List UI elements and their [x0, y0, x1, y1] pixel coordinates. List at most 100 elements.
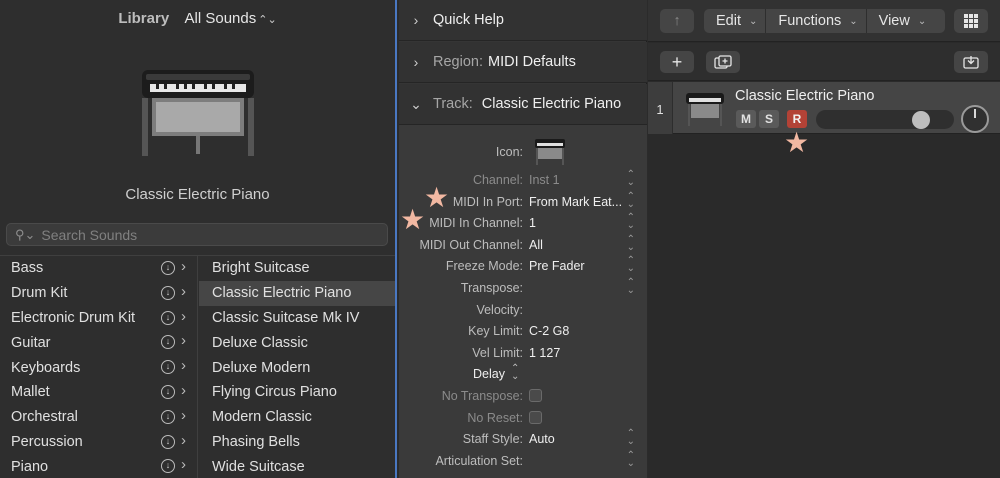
edit-menu[interactable]: Edit ⌄ — [704, 9, 767, 33]
download-icon[interactable]: ↓ — [161, 409, 175, 424]
param-label: Articulation Set: — [435, 453, 523, 468]
plus-icon: + — [671, 51, 683, 72]
mute-button[interactable]: M — [736, 110, 756, 128]
track-name: Classic Electric Piano — [735, 88, 875, 104]
category-item[interactable]: Guitar ↓ › — [0, 330, 197, 355]
download-icon[interactable]: ↓ — [161, 261, 175, 275]
preset-item[interactable]: Deluxe Modern — [199, 355, 395, 380]
tracks-area: ↑ Edit ⌄ Functions ⌄ View ⌄ + 1 Classic Ele… — [648, 0, 1000, 478]
download-icon[interactable]: ↓ — [161, 285, 175, 300]
param-label: Delay — [473, 367, 505, 382]
preset-item[interactable]: Flying Circus Piano — [199, 380, 395, 405]
icon-row: Icon: — [399, 133, 647, 169]
library-filter-popup[interactable]: All Sounds ⌃⌄ — [185, 10, 277, 27]
param-vel-limit[interactable]: Vel Limit: 1 127 — [399, 342, 647, 364]
category-item[interactable]: Piano ↓ › — [0, 454, 197, 478]
pan-knob[interactable] — [961, 105, 989, 133]
param-label: Vel Limit: — [472, 345, 523, 360]
preset-item[interactable]: Classic Suitcase Mk IV — [199, 306, 395, 331]
solo-button[interactable]: S — [759, 110, 779, 128]
preset-item[interactable]: Bright Suitcase — [199, 256, 395, 281]
param-value: Inst 1 — [529, 173, 560, 187]
inspector-pane: › Quick Help › Region: MIDI Defaults ⌄ T… — [399, 0, 647, 478]
category-label: Piano — [11, 458, 49, 475]
annotation-star: ★ — [784, 127, 810, 158]
preset-item[interactable]: Modern Classic — [199, 405, 395, 430]
param-no-reset[interactable]: No Reset: — [399, 407, 647, 429]
track-header[interactable]: ⌄ Track: Classic Electric Piano — [399, 84, 647, 125]
quick-help-label: Quick Help — [433, 12, 504, 28]
param-label: Freeze Mode: — [445, 259, 523, 274]
chevron-right-icon: › — [181, 456, 186, 474]
chevron-right-icon: › — [181, 381, 186, 399]
param-freeze-mode[interactable]: Freeze Mode: Pre Fader ⌃ ⌄ — [399, 255, 647, 277]
download-icon[interactable]: ↓ — [161, 384, 175, 399]
duplicate-track-icon — [714, 55, 732, 69]
param-staff-style[interactable]: Staff Style: Auto ⌃ ⌄ — [399, 428, 647, 450]
selected-preset-name: Classic Electric Piano — [125, 186, 270, 203]
library-label: Library — [118, 10, 170, 27]
icon-label: Icon: — [495, 145, 523, 159]
param-label: Channel: — [472, 173, 523, 187]
download-icon[interactable]: ↓ — [161, 459, 175, 474]
chevron-right-icon: › — [181, 332, 186, 350]
region-value: MIDI Defaults — [487, 54, 576, 70]
track-parameters: Icon: Channel: Inst 1 ⌃ ⌄ MIDI In Port: F… — [399, 125, 647, 478]
functions-menu[interactable]: Functions ⌄ — [766, 9, 867, 33]
chevron-right-icon: › — [413, 12, 419, 28]
track-row[interactable]: 1 Classic Electric Piano M S R — [648, 82, 1000, 134]
updown-icon: ⌃⌄ — [626, 233, 635, 253]
no-transpose-checkbox[interactable] — [529, 389, 542, 402]
download-icon[interactable]: ↓ — [161, 360, 175, 375]
track-number: 1 — [648, 82, 673, 134]
category-item[interactable]: Bass ↓ › — [0, 256, 197, 281]
param-delay[interactable]: Delay ⌃ ⌄ — [399, 363, 647, 385]
preset-item[interactable]: Deluxe Classic — [199, 330, 395, 355]
category-item[interactable]: Drum Kit ↓ › — [0, 281, 197, 306]
param-transpose[interactable]: Transpose: ⌃ ⌄ — [399, 277, 647, 299]
param-key-limit[interactable]: Key Limit: C-2 G8 — [399, 320, 647, 342]
preset-item-selected[interactable]: Classic Electric Piano — [199, 280, 395, 306]
back-arrow-button[interactable]: ↑ — [660, 9, 694, 33]
quick-help-header[interactable]: › Quick Help — [399, 0, 647, 41]
category-item[interactable]: Electronic Drum Kit ↓ › — [0, 306, 197, 331]
grid-view-button[interactable] — [954, 9, 988, 33]
category-item[interactable]: Keyboards ↓ › — [0, 355, 197, 380]
download-icon[interactable]: ↓ — [161, 335, 175, 350]
category-label: Bass — [11, 260, 44, 277]
param-midi-out-channel[interactable]: MIDI Out Channel: All ⌃ ⌄ — [399, 234, 647, 256]
menu-button-group: Edit ⌄ Functions ⌄ View ⌄ — [704, 9, 945, 33]
category-item[interactable]: Mallet ↓ › — [0, 380, 197, 405]
param-label: MIDI Out Channel: — [419, 237, 523, 252]
param-articulation-set[interactable]: Articulation Set: ⌃ ⌄ — [399, 450, 647, 472]
category-label: Keyboards — [11, 359, 81, 376]
param-no-transpose[interactable]: No Transpose: — [399, 385, 647, 407]
category-item[interactable]: Orchestral ↓ › — [0, 405, 197, 430]
param-value: Auto — [529, 432, 555, 447]
download-icon[interactable]: ↓ — [161, 310, 175, 325]
record-enable-button[interactable]: R — [787, 110, 807, 128]
download-icon[interactable]: ↓ — [161, 434, 175, 449]
chevron-down-icon: ⌄ — [917, 15, 927, 27]
preset-item[interactable]: Phasing Bells — [199, 430, 395, 455]
catch-button[interactable] — [954, 51, 988, 73]
chevron-down-icon: ⌄ — [849, 15, 858, 27]
add-track-button[interactable]: + — [660, 51, 694, 73]
region-header[interactable]: › Region: MIDI Defaults — [399, 42, 647, 83]
no-reset-checkbox[interactable] — [529, 410, 542, 424]
updown-icon: ⌃⌄ — [626, 212, 635, 232]
track-icon-piano[interactable] — [533, 137, 567, 167]
track-value: Classic Electric Piano — [481, 96, 622, 112]
category-label: Guitar — [11, 334, 51, 351]
preset-item[interactable]: Wide Suitcase — [199, 454, 395, 478]
volume-slider[interactable] — [816, 110, 954, 129]
track-icon-piano — [686, 93, 724, 126]
category-item[interactable]: Percussion ↓ › — [0, 430, 197, 455]
up-arrow-icon: ↑ — [673, 13, 681, 29]
view-menu[interactable]: View ⌄ — [867, 9, 935, 33]
volume-slider-knob[interactable] — [912, 110, 930, 129]
param-midi-in-channel[interactable]: MIDI In Channel: 1 ⌃ ⌄ — [399, 212, 647, 234]
duplicate-track-button[interactable] — [706, 51, 740, 73]
search-input[interactable]: ⚲⌄ Search Sounds — [6, 223, 388, 246]
param-velocity[interactable]: Velocity: — [399, 299, 647, 321]
